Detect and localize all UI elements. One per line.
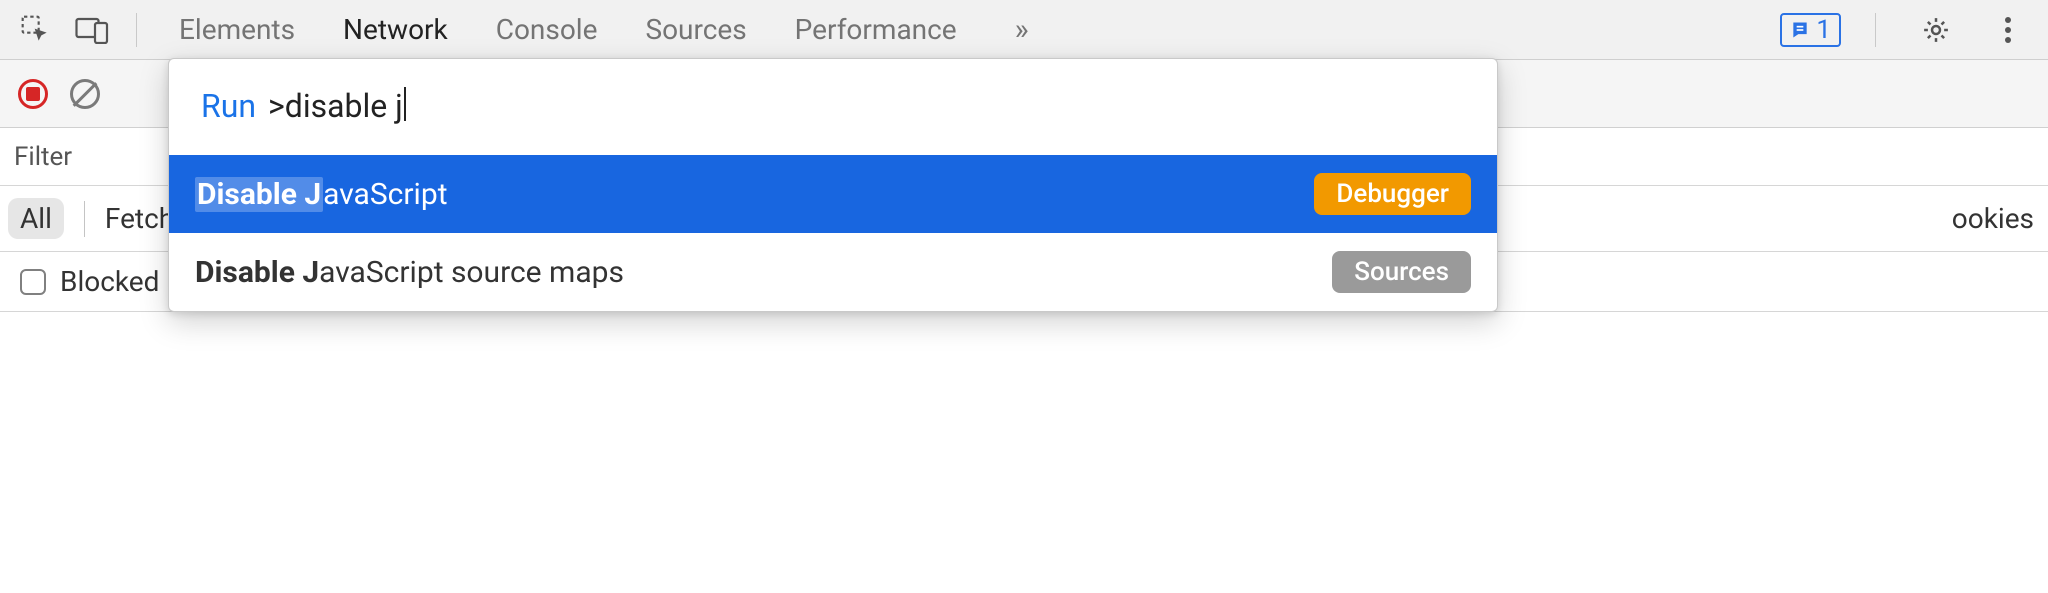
command-palette-result-2-rest: avaScript source maps: [319, 255, 624, 290]
type-filter-trailing-label: ookies: [1952, 202, 2034, 235]
issues-button[interactable]: 1: [1780, 13, 1841, 47]
clear-button[interactable]: [70, 79, 100, 109]
command-palette-input-row: Run >disable j: [169, 59, 1497, 155]
command-palette: Run >disable j Disable JavaScript Debugg…: [168, 58, 1498, 312]
text-caret: [404, 87, 406, 121]
tabbar-separator-right: [1875, 13, 1876, 47]
record-stop-icon: [26, 87, 40, 101]
command-palette-result-1-source: Debugger: [1314, 173, 1471, 215]
devtools-tabbar: Elements Network Console Sources Perform…: [0, 0, 2048, 60]
command-palette-result-1-rest: avaScript: [323, 177, 447, 212]
command-palette-input-text: disable j: [285, 87, 403, 125]
filter-input[interactable]: Filter: [14, 142, 72, 172]
issues-count: 1: [1816, 15, 1831, 45]
issues-icon: [1790, 20, 1810, 40]
tab-network[interactable]: Network: [343, 13, 448, 46]
command-palette-run-label: Run: [201, 87, 256, 125]
command-palette-input[interactable]: >disable j: [268, 83, 406, 125]
tabbar-separator: [136, 13, 137, 47]
more-vert-icon[interactable]: [1982, 0, 2034, 60]
type-filter-separator: [84, 201, 85, 237]
type-filter-all[interactable]: All: [8, 198, 64, 239]
command-palette-input-prefix: >: [268, 87, 285, 125]
device-toolbar-icon[interactable]: [66, 0, 118, 60]
command-palette-result-2-source: Sources: [1332, 251, 1471, 293]
inspect-icon[interactable]: [10, 0, 62, 60]
tabs-overflow-icon[interactable]: »: [1005, 12, 1029, 47]
blocked-checkbox[interactable]: [20, 269, 46, 295]
settings-gear-icon[interactable]: [1910, 0, 1962, 60]
command-palette-result-2-label: Disable JavaScript source maps: [195, 255, 624, 290]
command-palette-result-1-label: Disable JavaScript: [195, 177, 448, 212]
tab-elements[interactable]: Elements: [179, 13, 295, 46]
command-palette-result-1-match: Disable J: [195, 177, 323, 212]
command-palette-result-1[interactable]: Disable JavaScript Debugger: [169, 155, 1497, 233]
tab-performance[interactable]: Performance: [795, 13, 957, 46]
tab-sources[interactable]: Sources: [645, 13, 746, 46]
tab-console[interactable]: Console: [496, 13, 598, 46]
devtools-tabs: Elements Network Console Sources Perform…: [155, 12, 1029, 47]
command-palette-result-2[interactable]: Disable JavaScript source maps Sources: [169, 233, 1497, 311]
command-palette-result-2-match: Disable J: [195, 255, 319, 290]
record-button[interactable]: [18, 79, 48, 109]
blocked-label[interactable]: Blocked: [60, 265, 159, 298]
tabbar-right: 1: [1780, 0, 2038, 60]
